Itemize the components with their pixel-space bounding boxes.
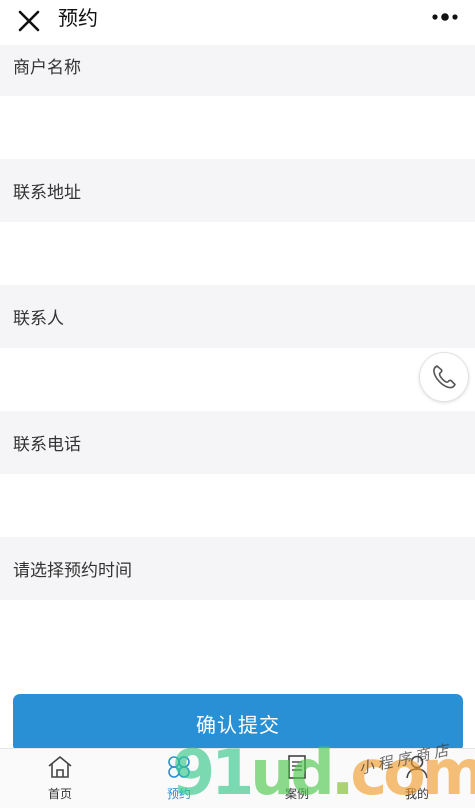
tab-cases[interactable]: 案例 (267, 753, 327, 807)
tab-home[interactable]: 首页 (30, 753, 90, 807)
phone-icon (433, 365, 456, 389)
confirm-submit-button[interactable]: 确认提交 (13, 694, 463, 752)
contact-person-input[interactable] (0, 348, 475, 411)
more-dots-icon[interactable] (427, 6, 467, 28)
call-button[interactable] (419, 352, 469, 402)
document-icon (288, 755, 306, 779)
contact-person-field-container (0, 348, 475, 411)
field-label-contact-phone: 联系电话 (0, 411, 475, 474)
contact-address-field-container (0, 222, 475, 285)
clover-icon (168, 756, 190, 778)
title-bar: 预约 (0, 0, 475, 45)
tab-home-label: 首页 (47, 787, 72, 801)
close-icon[interactable] (14, 6, 44, 36)
merchant-name-field-container (0, 96, 475, 159)
contact-phone-field-container (0, 474, 475, 537)
field-label-merchant-name: 商户名称 (0, 45, 475, 96)
tab-reservation[interactable]: 预约 (149, 753, 209, 807)
home-icon (48, 756, 72, 778)
field-label-reservation-time: 请选择预约时间 (0, 537, 475, 600)
merchant-name-input[interactable] (0, 96, 475, 159)
user-icon (406, 755, 428, 779)
tab-mine[interactable]: 我的 (387, 753, 447, 807)
contact-address-input[interactable] (0, 222, 475, 285)
field-label-contact-person: 联系人 (0, 285, 475, 348)
contact-phone-input[interactable] (0, 474, 475, 537)
bottom-tab-bar: 首页 预约 案例 我的 (0, 748, 475, 808)
reservation-form: 商户名称 联系地址 联系人 联系电话 请选择预约时间 (0, 45, 475, 663)
tab-mine-label: 我的 (404, 787, 429, 801)
page-title: 预约 (58, 6, 98, 30)
tab-reservation-label: 预约 (166, 787, 191, 801)
reservation-time-field-container (0, 600, 475, 663)
reservation-time-input[interactable] (0, 600, 475, 663)
tab-cases-label: 案例 (284, 787, 309, 801)
field-label-contact-address: 联系地址 (0, 159, 475, 222)
